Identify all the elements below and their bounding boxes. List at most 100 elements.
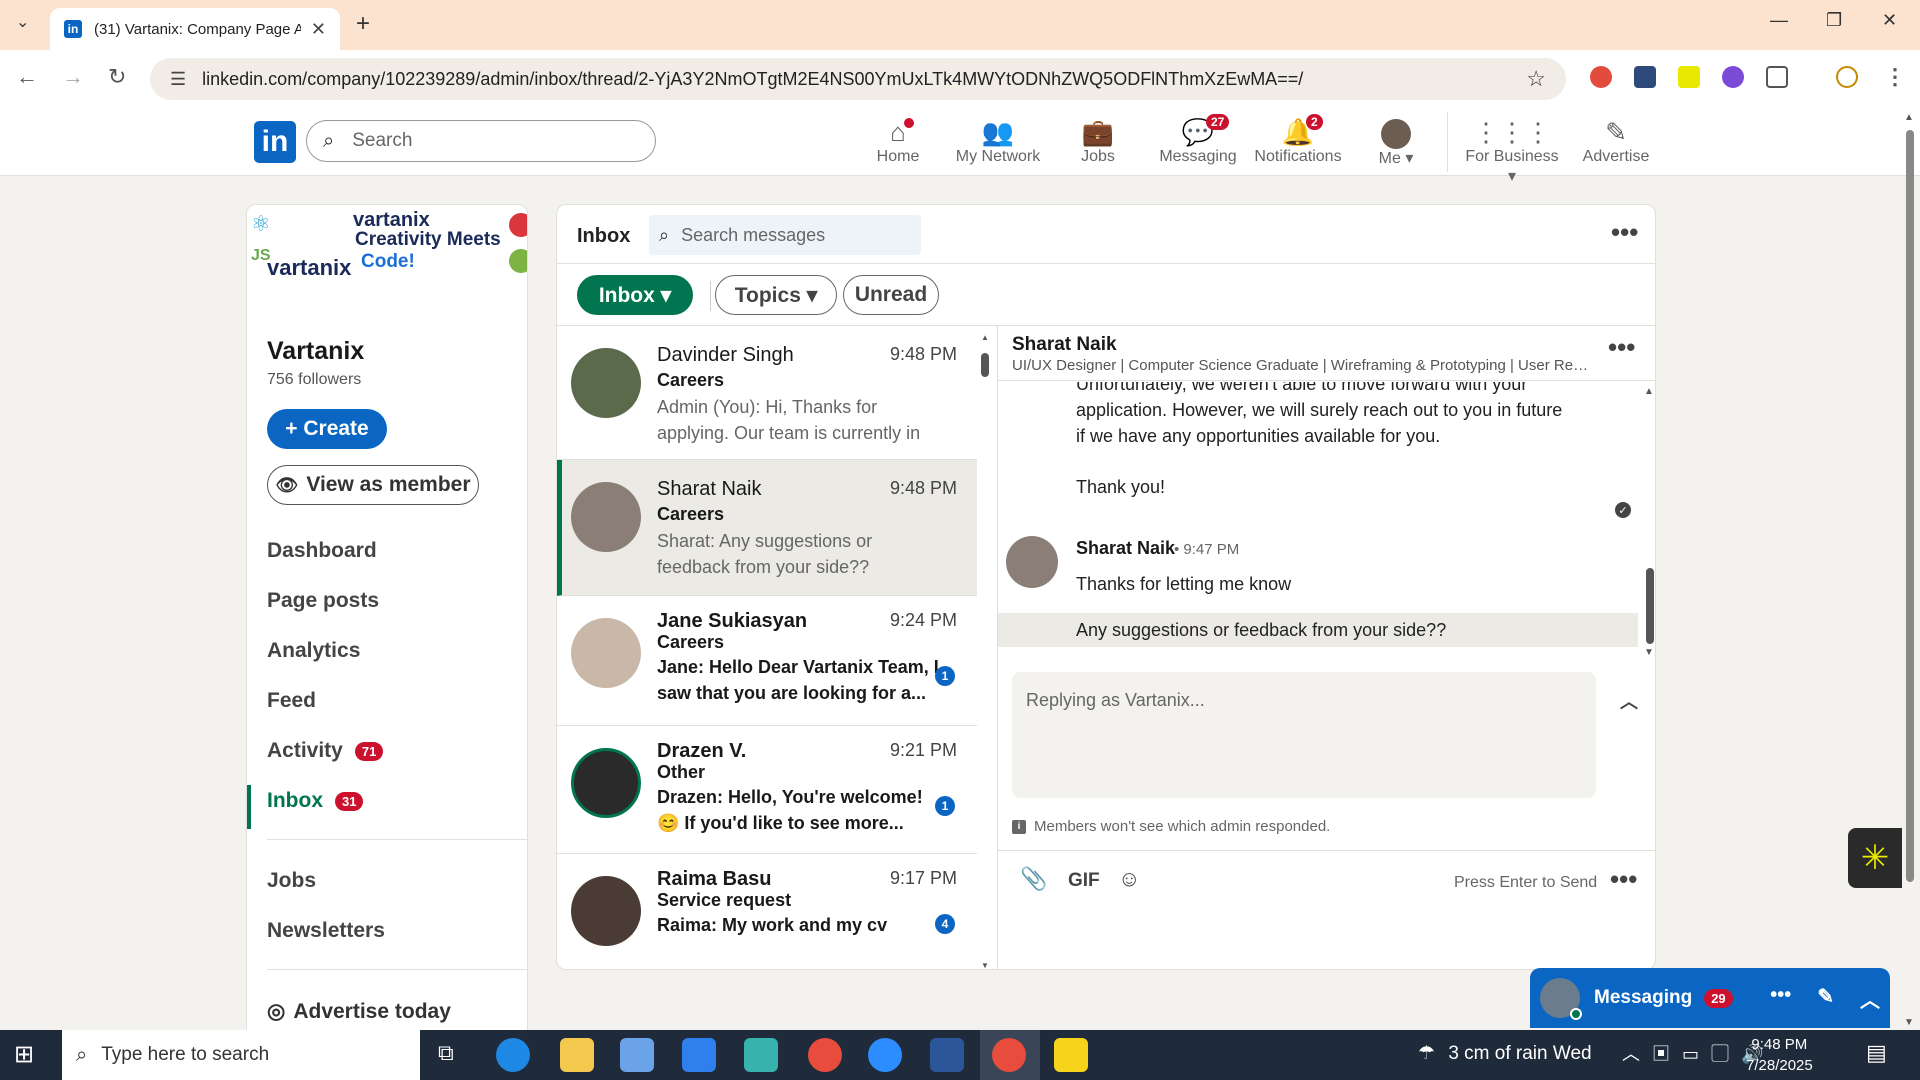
close-window-icon[interactable]: ✕ — [1882, 10, 1897, 31]
extensions-puzzle-icon[interactable] — [1766, 66, 1788, 88]
chevron-up-icon[interactable]: ︿ — [1620, 688, 1638, 714]
restore-icon[interactable]: ❐ — [1826, 10, 1842, 31]
banner-text-2: Creativity Meets — [355, 229, 501, 250]
messaging-overlay-bar[interactable]: Messaging 29 ••• ✎ ︿ — [1530, 968, 1890, 1028]
compose-icon[interactable]: ✎ — [1817, 984, 1834, 1013]
chrome-active-icon[interactable] — [992, 1038, 1026, 1072]
menu-page-posts[interactable]: Page posts — [267, 589, 379, 613]
press-enter-hint[interactable]: Press Enter to Send — [1454, 874, 1597, 892]
view-as-member-button[interactable]: 👁 View as member — [267, 465, 479, 505]
conversation-name: Sharat Naik — [657, 478, 762, 500]
reload-icon[interactable]: ↻ — [108, 64, 126, 90]
nav-jobs[interactable]: 💼 Jobs — [1048, 116, 1148, 166]
conversation-list-scrollbar[interactable]: ▲ ▼ — [981, 333, 989, 969]
message-sender-name[interactable]: Sharat Naik — [1076, 538, 1175, 559]
site-info-icon[interactable]: ☰ — [170, 69, 186, 90]
zoom-icon[interactable] — [868, 1038, 902, 1072]
extension-circle-icon[interactable] — [1722, 66, 1744, 88]
page-scrollbar[interactable]: ▲ ▼ — [1904, 112, 1916, 1028]
minimize-icon[interactable]: — — [1770, 10, 1788, 31]
gif-button[interactable]: GIF — [1068, 870, 1100, 892]
profile-icon[interactable] — [1836, 66, 1858, 88]
avatar — [571, 348, 641, 418]
extension-pokeball-icon[interactable] — [1590, 66, 1612, 88]
mail-icon[interactable] — [682, 1038, 716, 1072]
more-icon[interactable]: ••• — [1770, 984, 1791, 1013]
menu-jobs[interactable]: Jobs — [267, 869, 316, 893]
nav-home[interactable]: ⌂ Home — [848, 116, 948, 166]
conversation-category: Careers — [657, 504, 725, 524]
thread-more-icon[interactable]: ••• — [1608, 332, 1635, 363]
nav-messaging-label: Messaging — [1159, 148, 1237, 165]
thread-scrollbar[interactable]: ▲ ▼ — [1644, 386, 1655, 658]
search-messages-input[interactable]: ⌕ Search messages — [649, 215, 921, 255]
thread-contact-headline: UI/UX Designer | Computer Science Gradua… — [1012, 357, 1592, 374]
menu-label: Analytics — [267, 639, 361, 662]
tab-search-icon[interactable]: ⌄ — [16, 12, 29, 32]
conversation-item[interactable]: Drazen V. 9:21 PM Other Drazen: Hello, Y… — [557, 726, 977, 854]
linkedin-logo[interactable]: in — [254, 121, 296, 163]
extension-folder-icon[interactable] — [1634, 66, 1656, 88]
menu-newsletters[interactable]: Newsletters — [267, 919, 385, 943]
menu-feed[interactable]: Feed — [267, 689, 316, 713]
conversation-item[interactable]: Davinder Singh 9:48 PM Careers Admin (Yo… — [557, 326, 977, 460]
menu-activity[interactable]: Activity 71 — [267, 739, 384, 763]
url-field[interactable]: ☰ linkedin.com/company/102239289/admin/i… — [150, 58, 1566, 100]
clock[interactable]: 9:48 PM 7/28/2025 — [1746, 1034, 1813, 1076]
browser-tab[interactable]: in (31) Vartanix: Company Page Ad ✕ — [50, 8, 340, 50]
compose-more-icon[interactable]: ••• — [1610, 864, 1637, 895]
nav-me[interactable]: Me ▾ — [1346, 116, 1446, 168]
chrome-menu-icon[interactable]: ⋮ — [1884, 64, 1906, 90]
extension-star-icon[interactable] — [1678, 66, 1700, 88]
conversation-item[interactable]: Jane Sukiasyan 9:24 PM Careers Jane: Hel… — [557, 596, 977, 726]
conversation-item[interactable]: Raima Basu 9:17 PM Service request Raima… — [557, 854, 977, 969]
avatar[interactable] — [1006, 536, 1058, 588]
menu-inbox[interactable]: Inbox 31 — [267, 789, 364, 813]
nav-messaging[interactable]: 💬 27 Messaging — [1148, 114, 1248, 166]
taskbar-search-input[interactable]: ⌕ Type here to search — [62, 1030, 420, 1080]
task-view-icon[interactable]: ⧉ — [438, 1040, 454, 1066]
notification-center-icon[interactable]: ▤ — [1866, 1040, 1887, 1066]
word-icon[interactable] — [930, 1038, 964, 1072]
attach-icon[interactable]: 📎 — [1020, 866, 1047, 892]
nav-my-network[interactable]: 👥 My Network — [948, 116, 1048, 166]
nav-for-business[interactable]: ⋮⋮⋮ For Business ▾ — [1462, 116, 1562, 186]
edge-icon[interactable] — [496, 1038, 530, 1072]
seen-check-icon: ✓ — [1615, 502, 1631, 518]
thread-contact-name[interactable]: Sharat Naik — [1012, 334, 1117, 356]
conversation-category: Service request — [657, 890, 792, 910]
org-name[interactable]: Vartanix — [267, 337, 364, 366]
forward-icon[interactable]: → — [62, 64, 84, 90]
reply-input[interactable]: Replying as Vartanix... — [1012, 672, 1596, 798]
filter-topics-button[interactable]: Topics ▾ — [715, 275, 837, 315]
bookmark-star-icon[interactable]: ☆ — [1526, 66, 1546, 92]
inbox-count-badge: 31 — [335, 791, 364, 811]
create-button[interactable]: + Create — [267, 409, 387, 449]
nav-advertise[interactable]: ✎ Advertise — [1566, 116, 1666, 166]
divider — [267, 969, 527, 970]
conversation-item-selected[interactable]: Sharat Naik 9:48 PM Careers Sharat: Any … — [557, 460, 977, 596]
sticky-notes-icon[interactable] — [1054, 1038, 1088, 1072]
weather-widget[interactable]: ☂ 3 cm of rain Wed — [1418, 1042, 1592, 1065]
inbox-selected-indicator — [247, 785, 251, 829]
global-search-input[interactable]: ⌕ Search — [306, 120, 656, 162]
windows-start-icon[interactable]: ⊞ — [14, 1040, 34, 1069]
filter-unread-button[interactable]: Unread — [843, 275, 939, 315]
inbox-more-icon[interactable]: ••• — [1611, 217, 1638, 248]
close-tab-icon[interactable]: ✕ — [311, 19, 326, 40]
nav-notifications[interactable]: 🔔 2 Notifications — [1248, 114, 1348, 166]
app-icon[interactable] — [744, 1038, 778, 1072]
menu-advertise-today[interactable]: ◎ Advertise today — [267, 999, 451, 1024]
menu-dashboard[interactable]: Dashboard — [267, 539, 377, 563]
file-explorer-icon[interactable] — [560, 1038, 594, 1072]
chevron-up-icon[interactable]: ︿ — [1860, 984, 1880, 1013]
filter-inbox-button[interactable]: Inbox ▾ — [577, 275, 693, 315]
store-icon[interactable] — [620, 1038, 654, 1072]
new-tab-icon[interactable]: + — [356, 10, 370, 38]
chrome-icon[interactable] — [808, 1038, 842, 1072]
menu-analytics[interactable]: Analytics — [267, 639, 360, 663]
sparkle-extension-icon[interactable]: ✳ — [1848, 828, 1902, 888]
back-icon[interactable]: ← — [16, 64, 38, 90]
message-thread: Sharat Naik UI/UX Designer | Computer Sc… — [997, 326, 1655, 969]
emoji-icon[interactable]: ☺ — [1118, 866, 1140, 892]
